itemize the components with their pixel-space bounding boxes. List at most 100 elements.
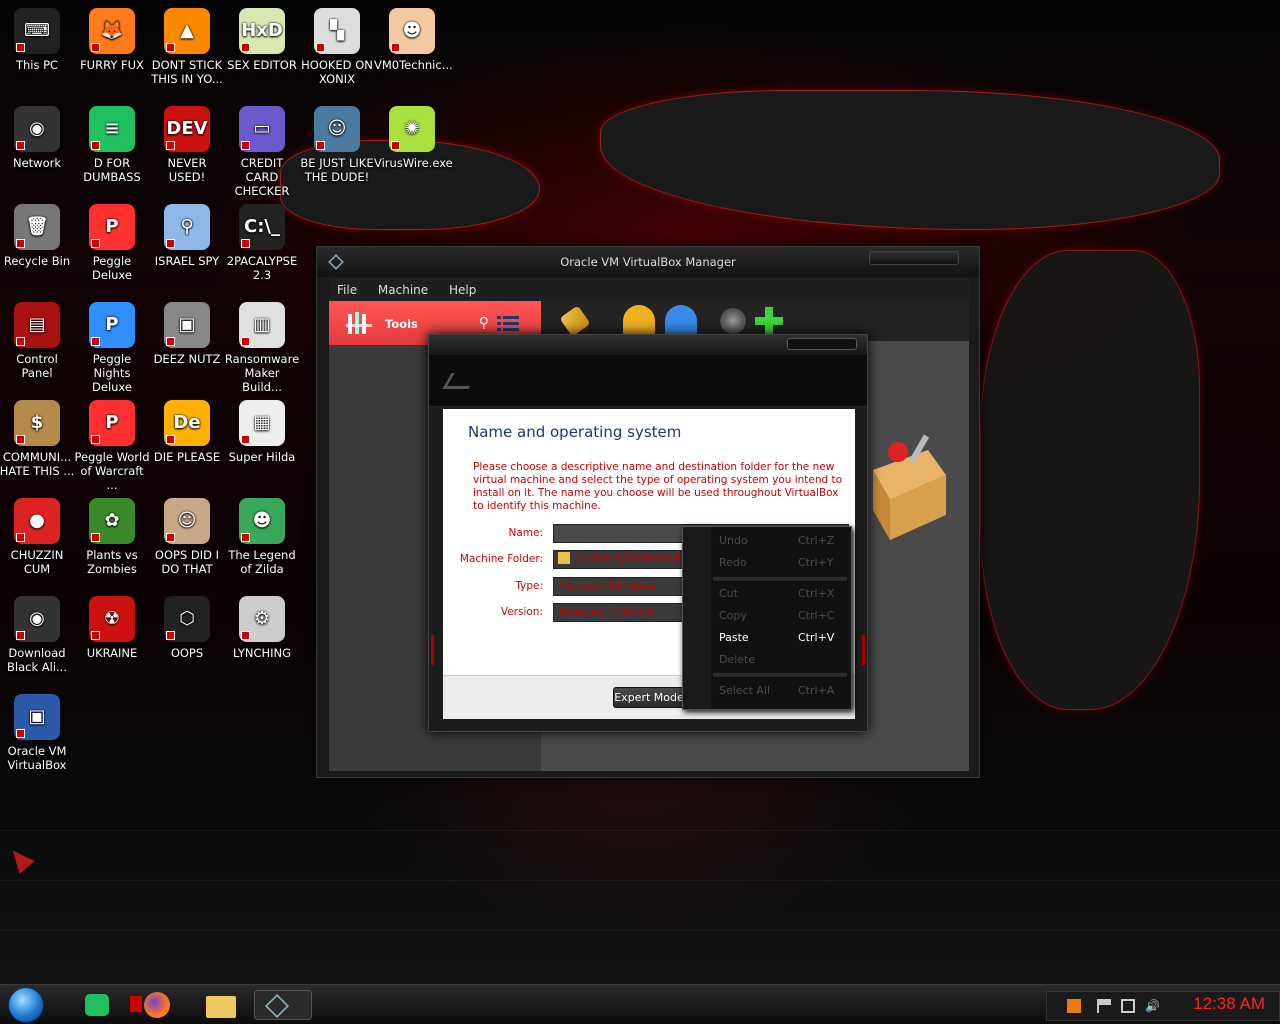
desktop-icon[interactable]: 🗑 Recycle Bin xyxy=(0,204,75,268)
list-menu-icon[interactable] xyxy=(497,315,519,331)
desktop-icon-label: Network xyxy=(12,156,62,170)
desktop-icon[interactable]: ≡ D FOR DUMBASS xyxy=(74,106,150,184)
desktop-icon[interactable]: ● CHUZZIN CUM xyxy=(0,498,75,576)
app-icon: ● xyxy=(14,498,60,544)
menu-help[interactable]: Help xyxy=(441,279,485,297)
desktop-icon[interactable]: ✺ VirusWire.exe xyxy=(374,106,453,170)
dialog-controls-decoration xyxy=(787,338,857,350)
shortcut-arrow-icon xyxy=(241,337,250,346)
app-icon: ▣ xyxy=(164,302,210,348)
desktop-icon[interactable]: HxD SEX EDITOR xyxy=(224,8,300,72)
desktop-icon[interactable]: ⬡ OOPS xyxy=(149,596,225,660)
toolbox-illustration xyxy=(873,434,946,540)
shortcut-arrow-icon xyxy=(166,631,175,640)
desktop-icon-label: Super Hilda xyxy=(228,450,296,464)
shortcut-arrow-icon xyxy=(91,435,100,444)
desktop-icon-label: Peggle Deluxe xyxy=(92,254,132,282)
desktop-icon[interactable]: P Peggle World of Warcraft ... xyxy=(74,400,150,492)
desktop-icon[interactable]: ⌨ This PC xyxy=(0,8,75,72)
shortcut-arrow-icon xyxy=(241,141,250,150)
back-arrow-icon[interactable] xyxy=(442,373,478,389)
taskbar-clock[interactable]: 12:38 AM xyxy=(1193,994,1265,1014)
menu-file[interactable]: File xyxy=(329,279,366,297)
desktop-icon[interactable]: ☻ The Legend of Zilda xyxy=(224,498,300,576)
shortcut-arrow-icon xyxy=(91,533,100,542)
desktop-icon-label: COMMUNI... HATE THIS ... xyxy=(0,450,75,478)
desktop-icon[interactable]: P Peggle Nights Deluxe xyxy=(74,302,150,394)
export-icon[interactable] xyxy=(665,305,697,337)
menu-item-delete[interactable]: Delete xyxy=(719,653,839,673)
menu-item-copy[interactable]: Copy Ctrl+C xyxy=(719,609,839,629)
start-button[interactable] xyxy=(8,987,44,1023)
desktop-icon[interactable]: DEV NEVER USED! xyxy=(149,106,225,184)
menu-item-cut[interactable]: Cut Ctrl+X xyxy=(719,587,839,607)
type-label: Type: xyxy=(515,580,543,592)
preferences-icon[interactable] xyxy=(559,305,591,337)
vbox-titlebar[interactable]: Oracle VM VirtualBox Manager xyxy=(317,247,979,277)
desktop-icon-label: HOOKED ON XONIX xyxy=(301,58,373,86)
app-icon: ▦ xyxy=(239,400,285,446)
desktop-icon[interactable]: ☻ VM0Technic... xyxy=(374,8,453,72)
desktop-icon[interactable]: 🦊 FURRY FUX xyxy=(74,8,150,72)
app-icon: DEV xyxy=(164,106,210,152)
desktop-icon[interactable]: ▲ DONT STICK THIS IN YO... xyxy=(149,8,225,86)
desktop-icon[interactable]: ▣ DEEZ NUTZ xyxy=(149,302,225,366)
desktop-icon-label: D FOR DUMBASS xyxy=(83,156,141,184)
app-icon: ☢ xyxy=(89,596,135,642)
taskbar-firefox-icon[interactable] xyxy=(130,990,170,1020)
flag-icon[interactable] xyxy=(1097,999,1111,1013)
app-icon: ✺ xyxy=(389,106,435,152)
desktop-icon[interactable]: ☢ UKRAINE xyxy=(74,596,150,660)
app-icon: P xyxy=(89,400,135,446)
tray-app-icon[interactable] xyxy=(1067,999,1081,1013)
desktop-icon[interactable]: C:\_ 2PACALYPSE 2.3 xyxy=(224,204,300,282)
desktop-icon[interactable]: ▭ CREDIT CARD CHECKER xyxy=(224,106,300,198)
menu-item-undo[interactable]: Undo Ctrl+Z xyxy=(719,534,839,554)
desktop-icon[interactable]: $ COMMUNI... HATE THIS ... xyxy=(0,400,75,478)
desktop-icon-label: LYNCHING xyxy=(232,646,292,660)
menu-machine[interactable]: Machine xyxy=(370,279,437,297)
version-label: Version: xyxy=(500,606,543,618)
desktop-icon[interactable]: ☺ BE JUST LIKE THE DUDE! xyxy=(299,106,375,184)
taskbar: 🔊 12:38 AM xyxy=(0,984,1280,1024)
taskbar-virtualbox-icon[interactable] xyxy=(254,990,312,1020)
desktop-icon[interactable]: ⚙ LYNCHING xyxy=(224,596,300,660)
desktop-icon-label: UKRAINE xyxy=(86,646,138,660)
desktop-icon[interactable]: ▦ Super Hilda xyxy=(224,400,300,464)
desktop-icon[interactable]: De DIE PLEASE xyxy=(149,400,225,464)
menu-item-redo[interactable]: Redo Ctrl+Y xyxy=(719,556,839,576)
desktop-icon[interactable]: ⚲ ISRAEL SPY xyxy=(149,204,225,268)
taskbar-file-explorer-icon[interactable] xyxy=(204,990,238,1020)
machine-folder-label: Machine Folder: xyxy=(459,553,543,565)
desktop-icon-label: 2PACALYPSE 2.3 xyxy=(226,254,298,282)
app-icon: ◉ xyxy=(14,596,60,642)
settings-gear-icon[interactable] xyxy=(720,308,746,334)
shortcut-arrow-icon xyxy=(16,43,25,52)
taskbar-notes-app-icon[interactable] xyxy=(80,990,114,1020)
import-icon[interactable] xyxy=(623,305,655,337)
volume-icon[interactable]: 🔊 xyxy=(1145,999,1160,1013)
desktop-icon-label: Peggle Nights Deluxe xyxy=(92,352,132,394)
system-tray: 🔊 12:38 AM xyxy=(1046,991,1280,1021)
network-icon[interactable] xyxy=(1121,999,1135,1013)
dialog-titlebar[interactable] xyxy=(429,335,867,355)
app-icon: De xyxy=(164,400,210,446)
desktop-icon[interactable]: ✿ Plants vs Zombies xyxy=(74,498,150,576)
desktop-icon[interactable]: ▣ Oracle VM VirtualBox xyxy=(0,694,75,772)
menu-item-select-all[interactable]: Select All Ctrl+A xyxy=(719,684,839,704)
desktop-icon[interactable]: ◉ Download Black Ali... xyxy=(0,596,75,674)
new-vm-icon[interactable] xyxy=(753,305,785,337)
desktop-icon[interactable]: ▚ HOOKED ON XONIX xyxy=(299,8,375,86)
expert-mode-button[interactable]: Expert Mode xyxy=(613,687,685,708)
shortcut-arrow-icon xyxy=(16,141,25,150)
desktop-icon[interactable]: ▤ Control Panel xyxy=(0,302,75,380)
desktop-icon[interactable]: ▥ Ransomware Maker Build... xyxy=(224,302,300,394)
app-icon: ✿ xyxy=(89,498,135,544)
desktop-icon[interactable]: P Peggle Deluxe xyxy=(74,204,150,282)
context-menu-gutter xyxy=(683,527,711,709)
app-icon: ☺ xyxy=(164,498,210,544)
desktop-icon[interactable]: ☺ OOPS DID I DO THAT xyxy=(149,498,225,576)
pin-icon[interactable]: ⚲ xyxy=(479,315,489,331)
menu-item-paste[interactable]: Paste Ctrl+V xyxy=(719,631,839,651)
desktop-icon[interactable]: ◉ Network xyxy=(0,106,75,170)
